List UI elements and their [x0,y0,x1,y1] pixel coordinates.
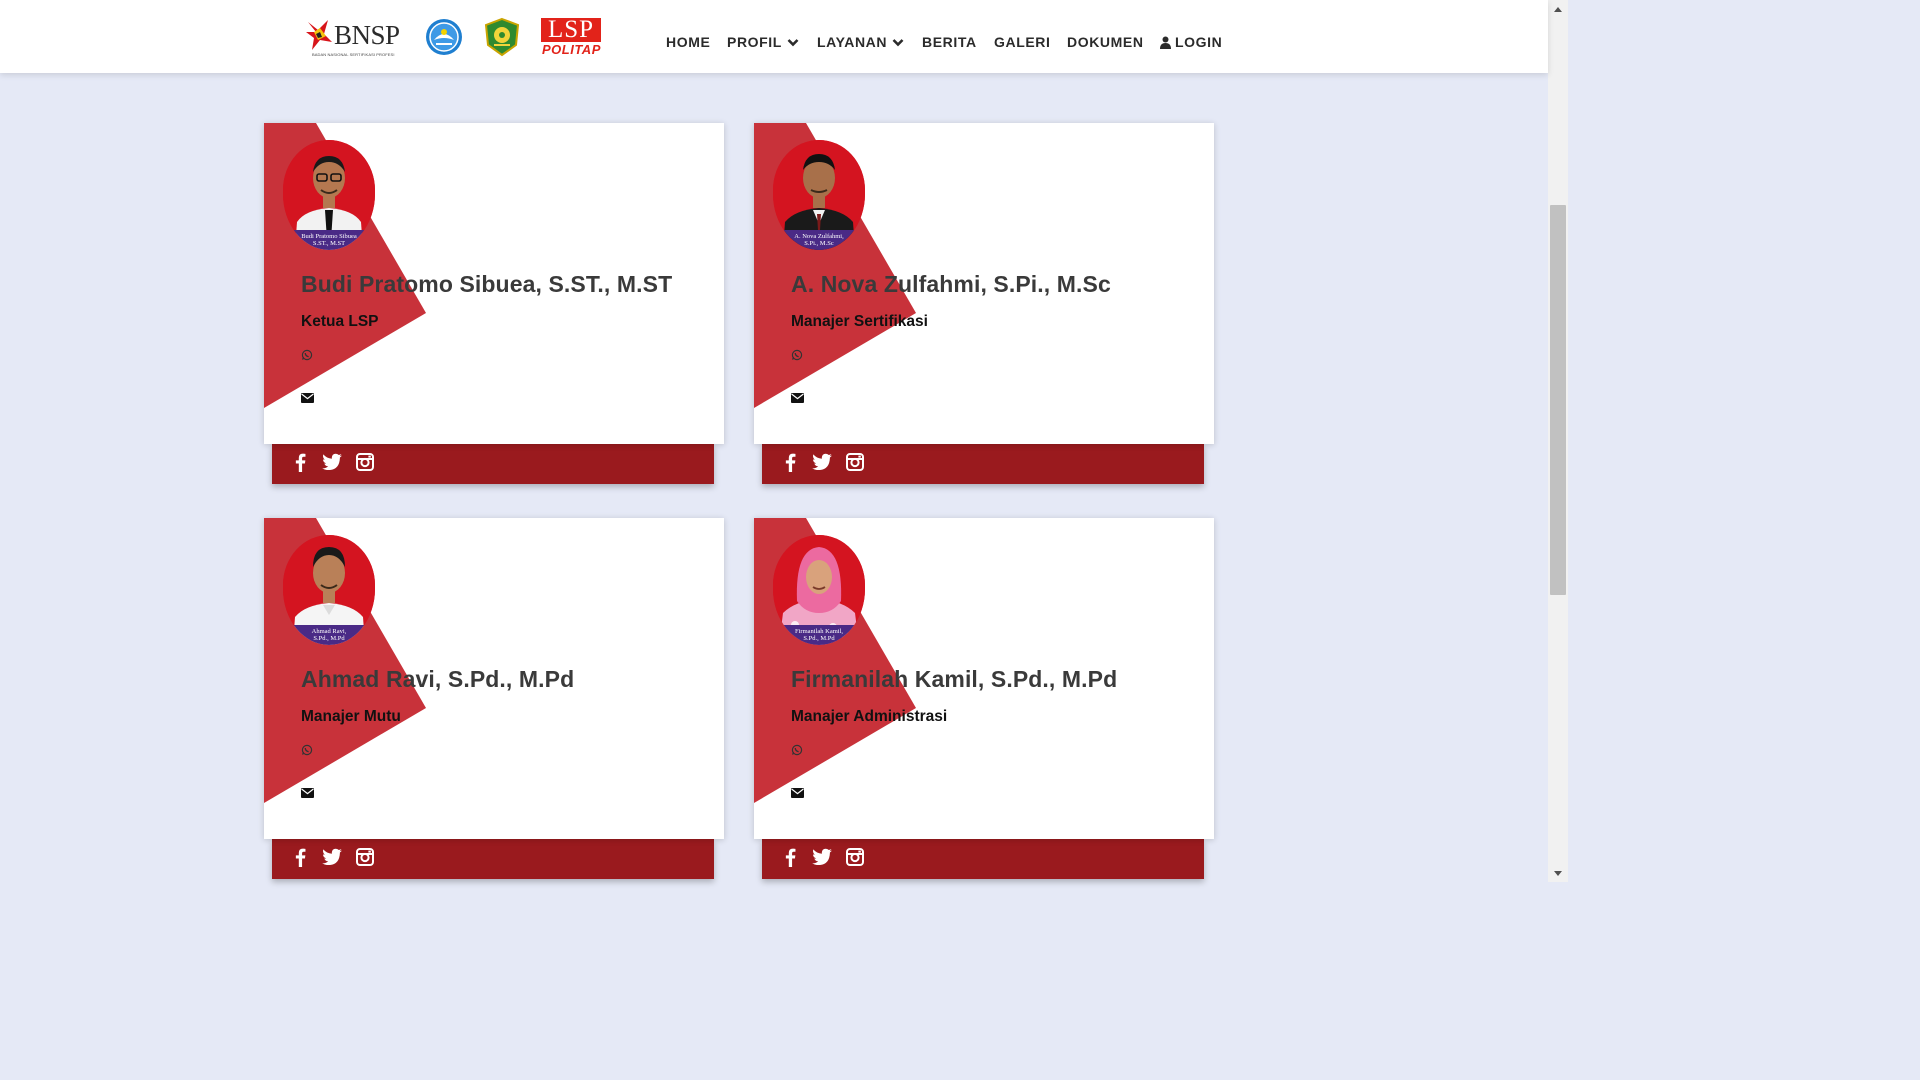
profile-photo: A. Nova Zulfahmi, S.Pi., M.Sc [773,140,865,250]
photo-caption-line: Budi Pratomo Sibuea [301,233,357,240]
photo-caption-line: S.ST., M.ST [312,240,346,247]
twitter-icon[interactable] [322,848,342,865]
nav-login-label: LOGIN [1175,34,1223,50]
envelope-icon[interactable] [791,788,804,798]
card-body: A. Nova Zulfahmi, S.Pi., M.Sc A. Nova Zu… [754,123,1214,444]
photo-caption-line: A. Nova Zulfahmi, [794,233,844,240]
scroll-down-arrow-icon[interactable] [1548,865,1568,882]
nav-layanan-label: LAYANAN [817,34,888,50]
bnsp-subtitle: BADAN NASIONAL SERTIFIKASI PROFESI [312,52,395,57]
envelope-icon[interactable] [301,788,314,798]
card-body: Firmanilah Kamil, S.Pd., M.Pd Firmanilah… [754,518,1214,839]
whatsapp-icon[interactable] [791,744,803,756]
lsp-politap-logo[interactable]: LSP POLITAP [541,17,603,57]
twitter-icon[interactable] [812,848,832,865]
card-body: Budi Pratomo Sibuea S.ST., M.ST Budi Pra… [264,123,724,444]
nav-berita-label: BERITA [922,34,977,50]
whatsapp-icon[interactable] [791,349,803,361]
nav-layanan[interactable]: LAYANAN [817,34,904,50]
instagram-icon[interactable] [846,453,864,471]
regency-emblem-icon [484,17,520,57]
photo-caption: Budi Pratomo Sibuea S.ST., M.ST [283,230,375,250]
instagram-icon[interactable] [356,848,374,866]
card-social-bar [762,444,1204,484]
regency-logo[interactable] [482,17,522,57]
team-card: A. Nova Zulfahmi, S.Pi., M.Sc A. Nova Zu… [754,123,1214,484]
bnsp-logo[interactable]: BNSP BADAN NASIONAL SERTIFIKASI PROFESI [306,16,406,58]
chevron-down-icon [892,38,904,46]
twitter-icon[interactable] [322,453,342,470]
profile-photo: Budi Pratomo Sibuea S.ST., M.ST [283,140,375,250]
photo-caption-line: Ahmad Ravi, [311,628,347,635]
photo-caption: Firmanilah Kamil, S.Pd., M.Pd [773,625,865,645]
lsp-subtitle: POLITAP [542,42,601,57]
bnsp-emblem-icon [306,20,332,50]
profile-photo: Firmanilah Kamil, S.Pd., M.Pd [773,535,865,645]
person-name: Ahmad Ravi, S.Pd., M.Pd [301,666,575,692]
card-body: Ahmad Ravi, S.Pd., M.Pd Ahmad Ravi, S.Pd… [264,518,724,839]
page-scrollbar[interactable] [1548,0,1568,882]
facebook-icon[interactable] [785,848,796,867]
photo-caption: Ahmad Ravi, S.Pd., M.Pd [283,625,375,645]
photo-caption-line: S.Pi., M.Sc [804,240,834,247]
card-social-bar [272,839,714,879]
whatsapp-icon[interactable] [301,744,313,756]
envelope-icon[interactable] [791,393,804,403]
photo-caption-line: Firmanilah Kamil, [794,628,844,635]
nav-home[interactable]: HOME [666,34,710,50]
profile-photo: Ahmad Ravi, S.Pd., M.Pd [283,535,375,645]
facebook-icon[interactable] [785,453,796,472]
nav-profil-label: PROFIL [727,34,782,50]
whatsapp-icon[interactable] [301,349,313,361]
card-social-bar [762,839,1204,879]
scroll-up-arrow-icon[interactable] [1548,0,1568,17]
facebook-icon[interactable] [295,453,306,472]
nav-profil[interactable]: PROFIL [727,34,799,50]
bnsp-wordmark: BNSP [334,20,400,50]
chevron-down-icon [787,38,799,46]
person-name: Firmanilah Kamil, S.Pd., M.Pd [791,666,1118,692]
team-card: Firmanilah Kamil, S.Pd., M.Pd Firmanilah… [754,518,1214,879]
card-social-bar [272,444,714,484]
user-icon [1160,36,1171,49]
twitter-icon[interactable] [812,453,832,470]
nav-berita[interactable]: BERITA [922,34,977,50]
lsp-wordmark: LSP [541,17,601,42]
photo-caption: A. Nova Zulfahmi, S.Pi., M.Sc [773,230,865,250]
nav-galeri-label: GALERI [994,34,1051,50]
nav-login[interactable]: LOGIN [1160,34,1222,50]
facebook-icon[interactable] [295,848,306,867]
person-role: Manajer Sertifikasi [791,313,928,330]
person-name: A. Nova Zulfahmi, S.Pi., M.Sc [791,271,1111,297]
site-header: BNSP BADAN NASIONAL SERTIFIKASI PROFESI … [0,0,1548,73]
scrollbar-thumb[interactable] [1550,205,1566,595]
tut-wuri-emblem-icon [426,19,462,55]
envelope-icon[interactable] [301,393,314,403]
tut-wuri-handayani-logo[interactable] [425,18,463,56]
instagram-icon[interactable] [356,453,374,471]
nav-home-label: HOME [666,34,711,50]
nav-dokumen[interactable]: DOKUMEN [1067,34,1144,50]
team-card: Budi Pratomo Sibuea S.ST., M.ST Budi Pra… [264,123,724,484]
photo-caption-line: S.Pd., M.Pd [803,635,835,642]
team-card: Ahmad Ravi, S.Pd., M.Pd Ahmad Ravi, S.Pd… [264,518,724,879]
photo-caption-line: S.Pd., M.Pd [313,635,345,642]
person-role: Ketua LSP [301,313,379,330]
person-name: Budi Pratomo Sibuea, S.ST., M.ST [301,271,673,297]
person-role: Manajer Mutu [301,708,401,725]
nav-dokumen-label: DOKUMEN [1067,34,1144,50]
instagram-icon[interactable] [846,848,864,866]
nav-galeri[interactable]: GALERI [994,34,1051,50]
person-role: Manajer Administrasi [791,708,948,725]
